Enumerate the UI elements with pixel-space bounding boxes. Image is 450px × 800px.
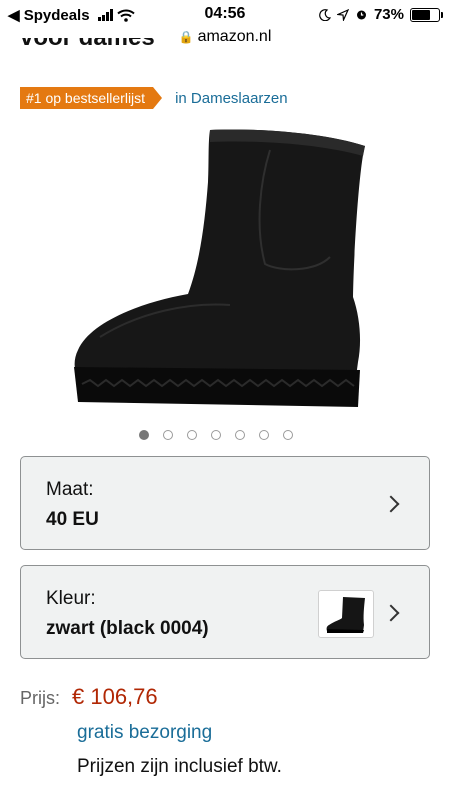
- size-label: Maat:: [46, 479, 94, 500]
- price-row: Prijs: € 106,76: [20, 684, 158, 710]
- bestseller-category-link[interactable]: in Dameslaarzen: [175, 90, 288, 107]
- product-image[interactable]: [70, 122, 370, 417]
- color-selector[interactable]: Kleur: zwart (black 0004): [20, 565, 430, 659]
- pagination-dot[interactable]: [139, 430, 149, 440]
- size-value: 40 EU: [46, 509, 99, 530]
- pagination-dot[interactable]: [235, 430, 245, 440]
- pagination-dot[interactable]: [187, 430, 197, 440]
- price-label: Prijs:: [20, 688, 60, 708]
- color-value: zwart (black 0004): [46, 618, 209, 639]
- pagination-dot[interactable]: [283, 430, 293, 440]
- battery-percent: 73%: [373, 6, 404, 23]
- color-label: Kleur:: [46, 588, 96, 609]
- product-title: voor dames: [20, 38, 440, 60]
- location-icon: [336, 8, 349, 21]
- product-title-text: voor dames: [20, 38, 155, 52]
- pagination-dot[interactable]: [259, 430, 269, 440]
- chevron-right-icon: [382, 604, 400, 622]
- pagination-dot[interactable]: [163, 430, 173, 440]
- bestseller-badge-row: #1 op bestsellerlijst in Dameslaarzen: [20, 87, 288, 109]
- battery-icon: [410, 7, 443, 22]
- bestseller-badge[interactable]: #1 op bestsellerlijst: [20, 87, 163, 109]
- image-pagination: [139, 430, 293, 440]
- color-swatch-thumbnail[interactable]: [318, 590, 374, 638]
- vat-note: Prijzen zijn inclusief btw.: [77, 756, 282, 777]
- moon-icon: [319, 8, 331, 21]
- price-value: € 106,76: [72, 684, 158, 709]
- status-bar: ◀ Spydeals 04:56 73%: [0, 0, 450, 30]
- pagination-dot[interactable]: [211, 430, 221, 440]
- free-shipping-link[interactable]: gratis bezorging: [77, 722, 212, 744]
- status-right: 73%: [319, 6, 443, 23]
- alarm-icon: [356, 10, 366, 20]
- chevron-right-icon: [382, 495, 400, 513]
- size-selector[interactable]: Maat: 40 EU: [20, 456, 430, 550]
